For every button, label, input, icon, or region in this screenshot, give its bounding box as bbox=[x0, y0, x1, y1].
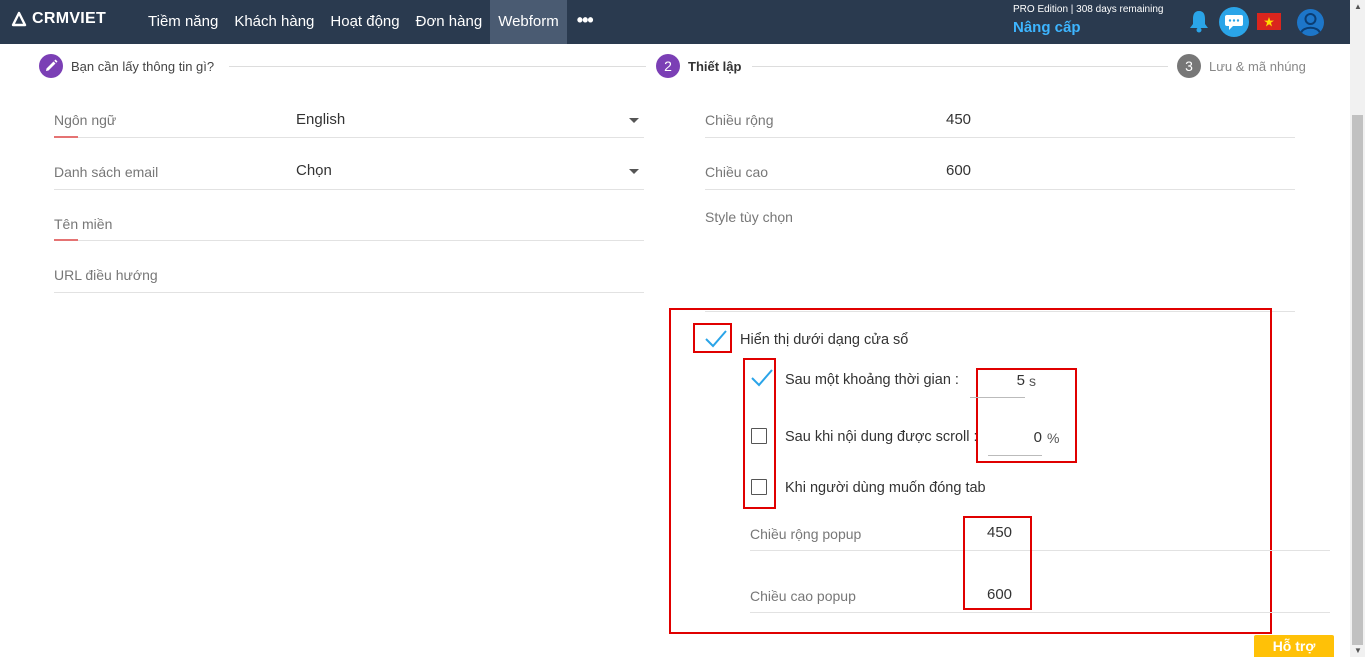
popup-width-label: Chiều rộng popup bbox=[750, 526, 862, 542]
step-divider bbox=[229, 66, 646, 67]
vietnam-flag-icon[interactable] bbox=[1257, 13, 1281, 30]
close-tab-label[interactable]: Khi người dùng muốn đóng tab bbox=[785, 480, 986, 496]
popup-width-input[interactable]: 450 bbox=[987, 524, 1012, 541]
field-underline bbox=[705, 137, 1295, 138]
field-focus-mark bbox=[54, 136, 78, 138]
popup-height-label: Chiều cao popup bbox=[750, 588, 856, 604]
step-1-edit-icon[interactable] bbox=[39, 54, 63, 78]
input-underline bbox=[988, 455, 1042, 456]
after-time-label[interactable]: Sau một khoảng thời gian : bbox=[785, 372, 959, 388]
top-navbar: CRMVIET Tiềm năng Khách hàng Hoạt động Đ… bbox=[0, 0, 1350, 44]
wizard-steps: Bạn cần lấy thông tin gì? 2 Thiết lập 3 … bbox=[0, 54, 1350, 80]
support-button[interactable]: Hỗ trợ bbox=[1254, 635, 1334, 657]
step-2-number[interactable]: 2 bbox=[656, 54, 680, 78]
page-scrollbar[interactable]: ▲ ▼ bbox=[1350, 0, 1365, 657]
check-icon[interactable] bbox=[750, 368, 774, 388]
field-focus-mark bbox=[54, 239, 78, 241]
check-icon[interactable] bbox=[704, 329, 728, 349]
width-label: Chiều rộng bbox=[705, 112, 774, 128]
nav-webform[interactable]: Webform bbox=[490, 0, 567, 44]
step-2-label[interactable]: Thiết lập bbox=[688, 59, 741, 74]
email-list-select-value[interactable]: Chọn bbox=[296, 162, 332, 179]
star-icon bbox=[1264, 16, 1274, 26]
input-underline bbox=[970, 397, 1025, 398]
step-3-label[interactable]: Lưu & mã nhúng bbox=[1209, 59, 1306, 74]
upgrade-link[interactable]: Nâng cấp bbox=[1013, 19, 1081, 36]
pencil-icon bbox=[46, 59, 58, 71]
nav-activities[interactable]: Hoạt động bbox=[322, 0, 407, 44]
close-tab-checkbox[interactable] bbox=[751, 479, 767, 495]
language-select-value[interactable]: English bbox=[296, 111, 345, 128]
user-avatar[interactable] bbox=[1297, 9, 1324, 36]
after-time-input[interactable]: 5 bbox=[975, 372, 1025, 389]
popup-height-input[interactable]: 600 bbox=[987, 586, 1012, 603]
nav-leads[interactable]: Tiềm năng bbox=[140, 0, 226, 44]
logo-text: CRMVIET bbox=[32, 10, 107, 27]
domain-label: Tên miền bbox=[54, 216, 113, 232]
redirect-url-label: URL điều hướng bbox=[54, 267, 158, 283]
step-1-label[interactable]: Bạn cần lấy thông tin gì? bbox=[71, 59, 214, 74]
field-underline bbox=[705, 189, 1295, 190]
show-as-window-label[interactable]: Hiển thị dưới dạng cửa sổ bbox=[740, 332, 908, 348]
field-underline[interactable] bbox=[54, 292, 644, 293]
nav-orders[interactable]: Đơn hàng bbox=[408, 0, 491, 44]
user-icon bbox=[1300, 13, 1321, 34]
main-nav: Tiềm năng Khách hàng Hoạt động Đơn hàng … bbox=[140, 0, 603, 44]
after-scroll-checkbox[interactable] bbox=[751, 428, 767, 444]
field-underline bbox=[750, 550, 1330, 551]
chevron-down-icon[interactable] bbox=[629, 169, 639, 174]
more-menu-icon[interactable]: ••• bbox=[567, 0, 603, 44]
field-underline bbox=[54, 137, 644, 138]
chat-bubble-icon bbox=[1225, 15, 1243, 30]
email-list-label: Danh sách email bbox=[54, 164, 159, 180]
after-scroll-unit: % bbox=[1047, 430, 1060, 446]
width-input[interactable]: 450 bbox=[946, 111, 971, 128]
nav-customers[interactable]: Khách hàng bbox=[226, 0, 322, 44]
cloud-logo-icon bbox=[11, 11, 27, 27]
after-time-unit: s bbox=[1029, 373, 1036, 389]
field-underline bbox=[54, 189, 644, 190]
height-label: Chiều cao bbox=[705, 164, 769, 180]
step-divider bbox=[752, 66, 1168, 67]
field-underline[interactable] bbox=[54, 240, 644, 241]
after-scroll-label[interactable]: Sau khi nội dung được scroll : bbox=[785, 429, 978, 445]
scroll-thumb[interactable] bbox=[1352, 115, 1363, 645]
language-label: Ngôn ngữ bbox=[54, 112, 117, 128]
scroll-up-arrow-icon[interactable]: ▲ bbox=[1354, 2, 1362, 11]
custom-style-label: Style tùy chọn bbox=[705, 209, 793, 225]
after-scroll-input[interactable]: 0 bbox=[988, 429, 1042, 446]
bell-icon[interactable] bbox=[1188, 9, 1210, 33]
crmviet-logo[interactable]: CRMVIET bbox=[10, 10, 106, 28]
field-underline bbox=[750, 612, 1330, 613]
chat-icon[interactable] bbox=[1219, 7, 1249, 37]
scroll-down-arrow-icon[interactable]: ▼ bbox=[1354, 646, 1362, 655]
edition-info: PRO Edition | 308 days remaining bbox=[1013, 4, 1164, 15]
chevron-down-icon[interactable] bbox=[629, 118, 639, 123]
step-3-number[interactable]: 3 bbox=[1177, 54, 1201, 78]
height-input[interactable]: 600 bbox=[946, 162, 971, 179]
